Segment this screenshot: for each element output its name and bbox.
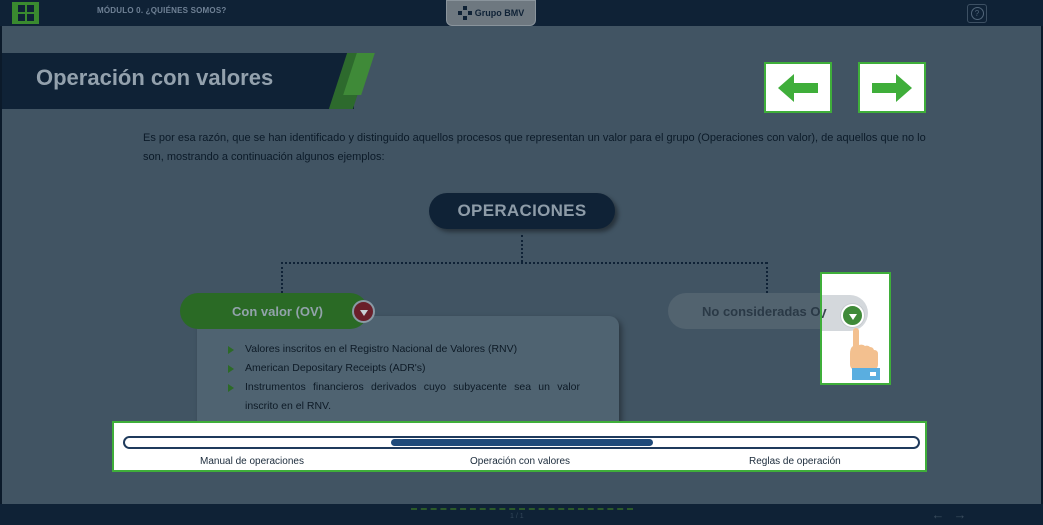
brand-logo-icon xyxy=(457,6,472,20)
list-item: American Depositary Receipts (ADR's) xyxy=(228,359,580,378)
pointing-hand-icon xyxy=(850,328,880,380)
module-label: MÓDULO 0. ¿QUIÉNES SOMOS? xyxy=(97,6,227,15)
page-title: Operación con valores xyxy=(36,65,274,90)
footer-next-icon[interactable]: → xyxy=(951,508,969,521)
no-consideradas-label: No consideradas OV xyxy=(702,303,830,319)
top-bar: MÓDULO 0. ¿QUIÉNES SOMOS? Grupo BMV ? xyxy=(0,0,1043,26)
expand-toggle-icon[interactable] xyxy=(841,304,864,327)
connector-line xyxy=(521,235,523,262)
connector-line xyxy=(281,262,283,293)
step-label[interactable]: Manual de operaciones xyxy=(200,456,304,467)
next-button[interactable] xyxy=(858,62,926,113)
list-item: Valores inscritos en el Registro Naciona… xyxy=(228,340,580,359)
brand-name: Grupo BMV xyxy=(474,8,525,18)
progress-panel: Manual de operaciones Operación con valo… xyxy=(112,421,927,472)
prev-button[interactable] xyxy=(764,62,832,113)
intro-paragraph: Es por esa razón, que se han identificad… xyxy=(143,132,926,163)
collapse-toggle-icon[interactable] xyxy=(352,300,375,323)
list-item: Instrumentos financieros derivados cuyo … xyxy=(228,378,580,416)
con-valor-list: Valores inscritos en el Registro Naciona… xyxy=(228,340,580,416)
progress-track[interactable] xyxy=(123,436,920,449)
grid-menu-icon[interactable] xyxy=(12,2,39,24)
con-valor-node[interactable]: Con valor (OV) xyxy=(180,293,368,329)
help-icon[interactable]: ? xyxy=(967,4,987,23)
operaciones-node: OPERACIONES xyxy=(429,193,615,229)
connector-line xyxy=(281,262,767,264)
bottom-bar: 1 / 1 ← → xyxy=(0,504,1043,525)
brand-tab: Grupo BMV xyxy=(446,0,536,26)
step-label[interactable]: Reglas de operación xyxy=(749,456,841,467)
arrow-left-icon xyxy=(778,73,818,102)
hint-pill-text: V xyxy=(822,306,827,321)
connector-line xyxy=(766,262,768,293)
progress-indicator xyxy=(391,439,653,446)
arrow-right-icon xyxy=(872,73,912,102)
footer-prev-icon[interactable]: ← xyxy=(929,508,947,521)
page-progress-dashes xyxy=(411,508,633,510)
step-label[interactable]: Operación con valores xyxy=(470,456,570,467)
page-indicator: 1 / 1 xyxy=(510,513,524,520)
click-hint[interactable]: V xyxy=(820,272,891,385)
con-valor-label: Con valor (OV) xyxy=(232,303,324,319)
